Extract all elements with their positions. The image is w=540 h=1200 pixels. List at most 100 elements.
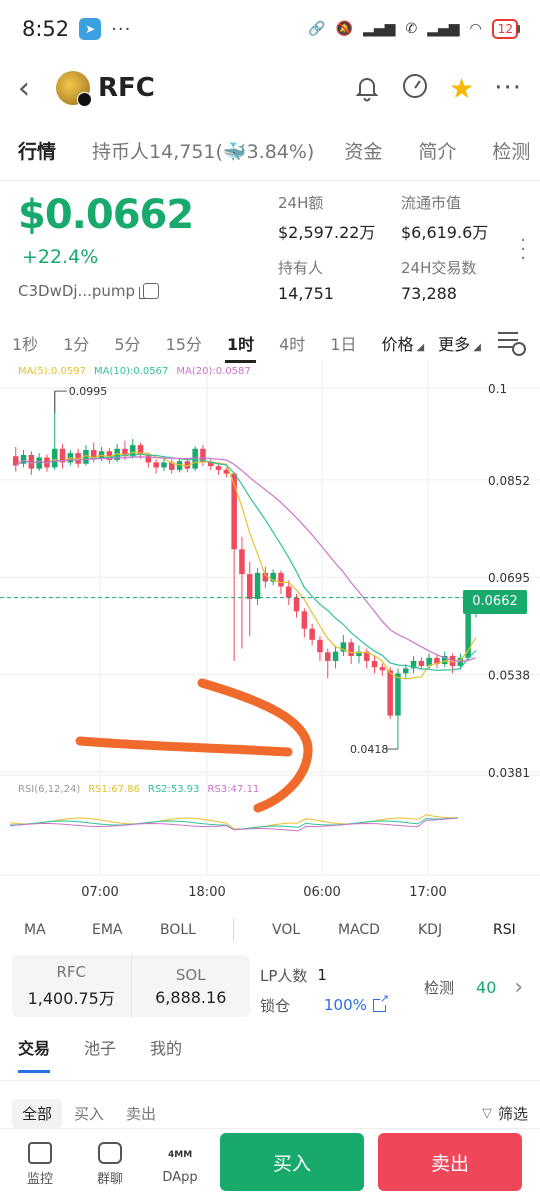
more-select[interactable]: 更多 ◢: [438, 331, 481, 355]
filter-button[interactable]: ▽ 筛选: [482, 1103, 528, 1124]
stat-value: $6,619.6万: [401, 223, 489, 242]
kebab-menu-icon[interactable]: · · ·: [520, 232, 526, 268]
candle-body: [325, 652, 331, 661]
indicator-boll[interactable]: BOLL: [160, 922, 196, 938]
candle-body: [36, 457, 42, 469]
bell-icon[interactable]: [353, 74, 381, 102]
indicator-macd[interactable]: MACD: [338, 922, 380, 938]
price-change: +22.4%: [22, 246, 99, 268]
current-price-tag: 0.0662: [463, 590, 527, 614]
candle-body: [247, 574, 253, 599]
y-axis-label: 0.1: [488, 382, 507, 396]
candlestick-chart[interactable]: 0.1 0.0852 0.0695 0.0538 0.0381 07:00 18:00 06:…: [0, 360, 540, 910]
timeframe-1d[interactable]: 1日: [330, 331, 356, 355]
candle-body: [153, 462, 159, 468]
tab-mine[interactable]: 我的: [150, 1035, 182, 1059]
nav-dapp[interactable]: 4MM DApp: [150, 1144, 210, 1185]
stat-label: 24H交易数: [401, 259, 477, 277]
lp-lock-row: 锁仓 100%: [260, 990, 389, 1020]
candle-body: [379, 667, 386, 671]
rsi3-label: RS3:47.11: [207, 784, 260, 795]
tab-trades[interactable]: 交易: [18, 1035, 51, 1073]
filter-sell[interactable]: 卖出: [116, 1099, 166, 1128]
favorite-star-icon[interactable]: ★: [449, 72, 474, 105]
rsi-title: RSI(6,12,24): [18, 784, 81, 795]
copy-icon[interactable]: [139, 283, 160, 299]
monitor-icon: [28, 1142, 52, 1164]
pool-value: 1,400.75万: [27, 989, 115, 1008]
check-score: 40: [476, 978, 497, 997]
contract-address: C3DwDj...pump: [18, 282, 268, 300]
timeframe-bar: 1秒 1分 5分 15分 1时 4时 1日 价格 ◢ 更多 ◢: [0, 326, 540, 363]
nav-group-chat[interactable]: 群聊: [80, 1142, 140, 1187]
indicator-rsi[interactable]: RSI: [493, 922, 516, 938]
nav-monitor[interactable]: 监控: [10, 1142, 70, 1187]
token-avatar: [56, 71, 92, 107]
ma-legend: MA(5):0.0597 MA(10):0.0567 MA(20):0.0587: [18, 366, 251, 377]
high-label: 0.0995: [69, 385, 108, 398]
filter-all[interactable]: 全部: [12, 1098, 63, 1128]
timeframe-15m[interactable]: 15分: [166, 331, 202, 355]
wifi-icon: ◠: [469, 21, 482, 37]
x-axis-label: 18:00: [188, 885, 225, 900]
rsi-legend: RSI(6,12,24) RS1:67.86 RS2:53.93 RS3:47.…: [18, 784, 259, 795]
chart-settings-icon[interactable]: [498, 332, 526, 356]
lp-info: LP人数 1 锁仓 100%: [260, 960, 389, 1020]
stats-grid: 24H额 $2,597.22万 流通市值 $6,619.6万 持有人 14,75…: [278, 192, 508, 303]
candle-body: [293, 597, 300, 612]
candle-body: [418, 660, 425, 666]
indicator-vol[interactable]: VOL: [272, 922, 300, 938]
stat-market-cap: 流通市值 $6,619.6万: [401, 192, 508, 243]
lp-count-row: LP人数 1: [260, 960, 386, 990]
annotation-arrow-shaft: [75, 736, 293, 757]
timeframe-1s[interactable]: 1秒: [12, 331, 38, 355]
rsi1-label: RS1:67.86: [88, 784, 140, 795]
tab-market[interactable]: 行情: [18, 130, 56, 174]
indicator-ema[interactable]: EMA: [92, 922, 123, 938]
notification-more-icon: ···: [111, 18, 132, 40]
tab-check[interactable]: 检测: [492, 130, 530, 174]
indicator-separator: [233, 918, 234, 942]
stat-label: 24H额: [278, 194, 324, 212]
back-icon[interactable]: ‹: [18, 71, 48, 106]
security-check[interactable]: 检测 40 ›: [424, 975, 523, 1000]
lp-lock-value[interactable]: 100%: [324, 996, 367, 1014]
external-link-icon[interactable]: [372, 992, 389, 1012]
candle-body: [254, 572, 261, 599]
caret-down-icon: ◢: [416, 342, 425, 353]
tab-holders[interactable]: 持币人14,751(🐳3.84%): [92, 130, 314, 174]
candle-body: [317, 639, 323, 653]
sub-divider: [0, 1080, 540, 1081]
timeframe-1m[interactable]: 1分: [63, 331, 89, 355]
pool-label: RFC: [56, 963, 87, 981]
funnel-icon: ▽: [481, 1105, 492, 1121]
timeframe-4h[interactable]: 4时: [279, 331, 305, 355]
check-label: 检测: [424, 979, 455, 997]
call-icon: ✆: [405, 21, 418, 37]
pool-liquidity: RFC 1,400.75万 SOL 6,888.16: [12, 955, 250, 1017]
sell-button[interactable]: 卖出: [378, 1133, 522, 1191]
caret-down-icon: ◢: [473, 342, 481, 353]
gauge-icon[interactable]: [401, 72, 429, 104]
y-axis-label: 0.0381: [488, 766, 530, 780]
tab-pools[interactable]: 池子: [84, 1035, 116, 1059]
x-axis-label: 17:00: [409, 885, 446, 900]
more-icon[interactable]: ···: [494, 73, 522, 103]
y-axis-label: 0.0695: [488, 571, 530, 585]
filter-buy[interactable]: 买入: [64, 1099, 114, 1128]
candle-body: [403, 668, 409, 674]
tab-funds[interactable]: 资金: [344, 130, 382, 174]
candle-body: [387, 670, 393, 716]
buy-button[interactable]: 买入: [220, 1133, 364, 1191]
timeframe-5m[interactable]: 5分: [114, 331, 140, 355]
stat-value: $2,597.22万: [278, 223, 376, 242]
price-select[interactable]: 价格 ◢: [381, 331, 424, 355]
timeframe-1h[interactable]: 1时: [224, 331, 257, 363]
candle-body: [286, 586, 292, 598]
indicator-kdj[interactable]: KDJ: [418, 922, 442, 938]
ma10-label: MA(10):0.0567: [94, 366, 169, 377]
filter-row: 全部 买入 卖出 ▽ 筛选: [12, 1098, 528, 1128]
sub-tabs: 交易 池子 我的: [18, 1035, 182, 1073]
indicator-ma[interactable]: MA: [24, 922, 46, 938]
tab-intro[interactable]: 简介: [418, 130, 456, 174]
